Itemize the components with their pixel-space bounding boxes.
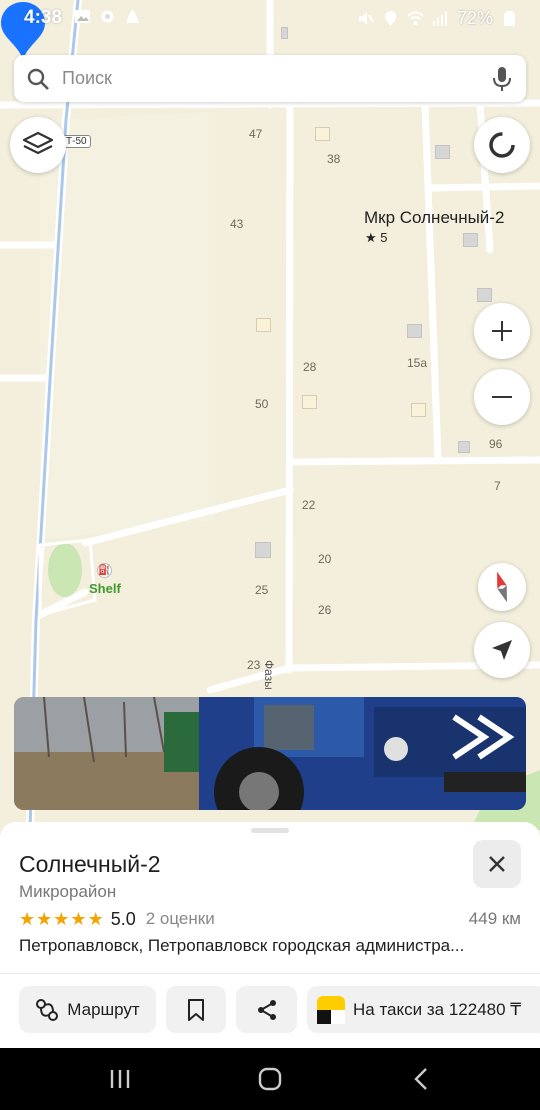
star-icon: ★ (87, 908, 104, 929)
layers-button[interactable] (10, 117, 66, 173)
route-button[interactable]: Маршрут (19, 986, 156, 1033)
close-button[interactable] (473, 840, 521, 888)
pin-label[interactable]: Мкр Солнечный-2 (364, 208, 504, 228)
road-label: Фазы (262, 660, 276, 690)
star-icon: ★ (70, 908, 87, 929)
house-number: 26 (318, 603, 332, 617)
minus-icon (492, 396, 512, 398)
back-icon (414, 1068, 427, 1090)
place-photo[interactable] (14, 697, 526, 810)
signal-icon (432, 12, 447, 26)
back-button[interactable] (406, 1065, 436, 1093)
rating-count[interactable]: 2 оценки (146, 909, 215, 929)
building (435, 145, 450, 159)
share-icon (257, 999, 276, 1020)
taxi-label: На такси за 122480 ₸ (353, 999, 522, 1019)
bookmark-icon (188, 998, 204, 1021)
house-number: 25 (255, 583, 269, 597)
road-badge: Т-50 (62, 135, 91, 148)
photo-tractor (14, 697, 526, 810)
taxi-button[interactable]: На такси за 122480 ₸ (307, 986, 540, 1033)
building (256, 318, 271, 332)
taxi-icon (317, 995, 345, 1024)
search-icon (27, 68, 49, 90)
compass-button[interactable] (478, 563, 526, 611)
battery-percent: 72% (456, 8, 493, 28)
rating-row[interactable]: ★ ★ ★ ★ ★ 5.0 2 оценки 449 км (19, 908, 521, 930)
notification-icon (126, 9, 139, 23)
settings-icon (101, 10, 114, 23)
building (315, 127, 330, 141)
microphone-icon[interactable] (490, 66, 514, 92)
assistant-icon (489, 132, 515, 158)
house-number: 28 (303, 360, 317, 374)
pin-rating: ★ 5 (365, 230, 388, 245)
gallery-icon (75, 10, 90, 23)
building (411, 403, 426, 417)
recents-icon (110, 1070, 130, 1088)
building (458, 441, 470, 453)
house-number: 47 (249, 127, 263, 141)
place-category: Микрорайон (19, 882, 117, 901)
house-number: 7 (494, 479, 501, 493)
building (302, 395, 317, 409)
navigation-arrow-icon (492, 640, 512, 660)
system-nav-bar (0, 1048, 540, 1110)
house-number: 23 (247, 658, 261, 672)
star-icon: ★ (19, 908, 36, 929)
location-icon (384, 11, 396, 26)
distance: 449 км (468, 909, 521, 928)
house-number: 22 (302, 498, 316, 512)
recents-button[interactable] (105, 1065, 135, 1093)
drag-handle[interactable] (251, 828, 289, 833)
status-bar: 4:38 72% (0, 0, 540, 34)
assistant-button[interactable] (474, 117, 530, 173)
mute-icon (358, 12, 374, 25)
search-input[interactable] (62, 68, 462, 89)
my-location-button[interactable] (474, 622, 530, 678)
route-label: Маршрут (67, 999, 140, 1019)
status-time: 4:38 (24, 7, 63, 28)
poi-label[interactable]: Shelf (89, 581, 121, 596)
building (407, 324, 422, 338)
bookmark-button[interactable] (166, 986, 226, 1033)
place-title: Солнечный-2 (19, 851, 161, 877)
compass-icon (497, 571, 507, 603)
home-icon (258, 1067, 282, 1091)
zoom-in-button[interactable] (474, 303, 530, 359)
zoom-out-button[interactable] (474, 369, 530, 425)
share-button[interactable] (236, 986, 297, 1033)
route-icon (36, 998, 59, 1021)
building (463, 233, 478, 247)
house-number: 15а (407, 356, 428, 370)
search-bar[interactable] (14, 55, 526, 102)
house-number: 38 (327, 152, 341, 166)
close-icon (489, 856, 505, 872)
battery-icon (504, 11, 515, 26)
house-number: 20 (318, 552, 332, 566)
plus-icon (492, 321, 512, 341)
star-icon: ★ (36, 908, 53, 929)
building (477, 288, 492, 302)
house-number: 43 (230, 217, 244, 231)
star-icon: ★ (53, 908, 70, 929)
wifi-icon (407, 11, 424, 25)
building (255, 542, 271, 558)
divider (0, 973, 540, 974)
place-card[interactable]: Солнечный-2 Микрорайон ★ ★ ★ ★ ★ 5.0 2 о… (0, 822, 540, 1048)
fuel-station-icon[interactable]: ⛽ (97, 563, 112, 578)
layers-icon (22, 131, 54, 155)
home-button[interactable] (255, 1065, 285, 1093)
house-number: 96 (489, 437, 503, 451)
place-address: Петропавловск, Петропавловск городская а… (19, 936, 465, 955)
rating-value: 5.0 (110, 908, 136, 929)
house-number: 50 (255, 397, 269, 411)
